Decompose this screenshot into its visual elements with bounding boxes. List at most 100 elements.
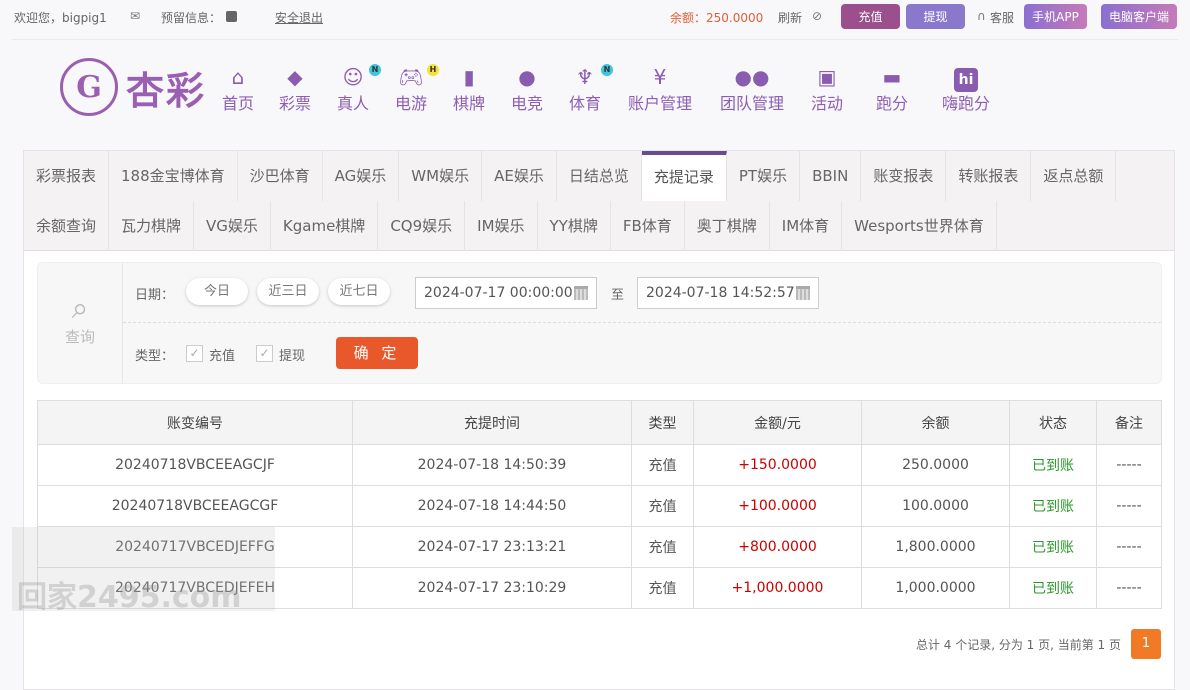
nav-team[interactable]: ●● 团队管理 <box>720 64 784 114</box>
main-nav: ⌂ 首页 ◆ 彩票 ☺ N 真人 🎮︎ H 电游 ▮ 棋牌 ● 电竞 ♆ N 体育 ¥ 账户管理 ●●… <box>0 64 1190 124</box>
record-balance: 250.0000 <box>861 444 1010 486</box>
record-type: 充值 <box>631 444 694 486</box>
service-link[interactable]: 客服 <box>990 9 1014 26</box>
record-status: 已到账 <box>1009 444 1097 486</box>
mobile-app-button[interactable]: 手机APP <box>1024 4 1087 29</box>
record-id: 20240717VBCEDJEFFG <box>37 526 353 568</box>
nav-slots[interactable]: 🎮︎ H 电游 <box>395 64 440 114</box>
query-section: ⌕ 查询 <box>38 263 123 383</box>
tab-item[interactable]: 188金宝博体育 <box>109 151 238 201</box>
calendar-icon[interactable] <box>796 286 810 300</box>
reserved-info-label: 预留信息： <box>161 11 222 25</box>
hi-icon: hi <box>942 64 990 92</box>
deposit-button[interactable]: 充值 <box>841 4 900 29</box>
calendar-icon[interactable] <box>574 286 588 300</box>
deposit-checkbox-label: 充值 <box>209 349 236 364</box>
page-1-button[interactable]: 1 <box>1131 629 1161 659</box>
tab-item[interactable]: AG娱乐 <box>323 151 400 201</box>
tab-item[interactable]: 转账报表 <box>946 151 1032 201</box>
logout-link[interactable]: 安全退出 <box>275 9 323 26</box>
tab-item[interactable]: IM体育 <box>770 201 843 251</box>
tab-item[interactable]: 账变报表 <box>861 151 947 201</box>
welcome-text: 欢迎您，bigpig1 <box>14 11 107 25</box>
start-date-input[interactable]: 2024-07-17 00:00:00 <box>415 277 597 309</box>
end-date-input[interactable]: 2024-07-18 14:52:57 <box>637 277 819 309</box>
tab-item[interactable]: 瓦力棋牌 <box>109 201 195 251</box>
column-header: 备注 <box>1096 400 1162 445</box>
tab-item[interactable]: BBIN <box>800 151 862 201</box>
tab-item[interactable]: 彩票报表 <box>24 151 110 201</box>
column-header: 账变编号 <box>37 400 353 445</box>
deposit-checkbox[interactable]: ✓ <box>186 345 203 362</box>
record-time: 2024-07-18 14:44:50 <box>352 485 632 527</box>
nav-hi-paofen[interactable]: hi 嗨跑分 <box>942 64 990 114</box>
tab-item[interactable]: FB体育 <box>611 201 685 251</box>
team-icon: ●● <box>734 65 770 89</box>
record-amount: +800.0000 <box>693 526 862 568</box>
today-button[interactable]: 今日 <box>186 278 248 305</box>
confirm-button[interactable]: 确 定 <box>336 337 418 369</box>
nav-activity[interactable]: ▣ 活动 <box>811 64 843 114</box>
edit-icon[interactable] <box>226 11 237 22</box>
tab-item[interactable]: IM娱乐 <box>465 201 538 251</box>
record-balance: 100.0000 <box>861 485 1010 527</box>
tab-item[interactable]: AE娱乐 <box>482 151 557 201</box>
tab-item[interactable]: Wesports世界体育 <box>842 201 997 251</box>
tab-item[interactable]: 日结总览 <box>557 151 642 201</box>
new-badge: N <box>601 64 614 76</box>
search-icon: ⌕ <box>71 291 89 326</box>
record-note: ----- <box>1096 526 1162 568</box>
tab-item[interactable]: WM娱乐 <box>399 151 483 201</box>
eye-off-icon[interactable]: ⊘ <box>812 9 822 23</box>
nav-home[interactable]: ⌂ 首页 <box>222 64 254 114</box>
nav-live[interactable]: ☺ N 真人 <box>337 64 382 114</box>
tab-item[interactable]: VG娱乐 <box>194 201 271 251</box>
nav-esports[interactable]: ● 电竞 <box>511 64 543 114</box>
record-id: 20240718VBCEEAGCGF <box>37 485 353 527</box>
nav-account[interactable]: ¥ 账户管理 <box>628 64 692 114</box>
record-type: 充值 <box>631 485 694 527</box>
divider <box>12 39 1178 40</box>
tab-item[interactable]: 充提记录 <box>641 151 727 201</box>
table-row: 20240717VBCEDJEFEH 2024-07-17 23:10:29 充值 +… <box>37 567 1162 609</box>
home-icon: ⌂ <box>231 65 245 89</box>
record-id: 20240717VBCEDJEFEH <box>37 567 353 609</box>
record-time: 2024-07-18 14:50:39 <box>352 444 632 486</box>
trophy-icon: ♆ N <box>569 64 614 90</box>
cards-icon: ▮ <box>463 65 475 89</box>
tab-item[interactable]: YY棋牌 <box>538 201 611 251</box>
balance-text: 余额：250.0000 <box>670 11 764 25</box>
tab-item[interactable]: 返点总额 <box>1031 151 1117 201</box>
table-row: 20240718VBCEEAGCGF 2024-07-18 14:44:50 充值 +… <box>37 485 1162 527</box>
to-label: 至 <box>611 288 625 303</box>
ticket-icon: ◆ <box>287 65 303 89</box>
refresh-link[interactable]: 刷新 <box>778 9 802 26</box>
rhino-icon: ▬ <box>882 65 902 89</box>
headset-icon: ∩ <box>977 9 986 23</box>
column-header: 余额 <box>861 400 1010 445</box>
nav-sports[interactable]: ♆ N 体育 <box>569 64 614 114</box>
withdraw-button[interactable]: 提现 <box>906 4 965 29</box>
dealer-icon: ☺ N <box>337 64 382 90</box>
tab-item[interactable]: CQ9娱乐 <box>378 201 466 251</box>
withdraw-checkbox[interactable]: ✓ <box>256 345 273 362</box>
tab-item[interactable]: 奥丁棋牌 <box>685 201 770 251</box>
new-badge: N <box>369 64 382 76</box>
nav-chess[interactable]: ▮ 棋牌 <box>453 64 485 114</box>
three-days-button[interactable]: 近三日 <box>257 278 319 305</box>
date-label: 日期： <box>135 288 175 303</box>
column-header: 类型 <box>631 400 694 445</box>
mail-icon[interactable]: ✉ <box>130 9 140 23</box>
column-header: 金额/元 <box>693 400 862 445</box>
top-bar: 欢迎您，bigpig1 ✉ 预留信息： 安全退出 余额：250.0000 刷新 … <box>0 0 1190 34</box>
pc-client-button[interactable]: 电脑客户端 <box>1101 4 1177 29</box>
nav-paofen[interactable]: ▬ 跑分 <box>876 64 908 114</box>
tab-item[interactable]: Kgame棋牌 <box>271 201 379 251</box>
date-row: 日期： 今日 近三日 近七日 2024-07-17 00:00:00 至 202… <box>123 263 1161 323</box>
seven-days-button[interactable]: 近七日 <box>328 278 390 305</box>
gamepad-icon: 🎮︎ H <box>395 64 440 90</box>
nav-lottery[interactable]: ◆ 彩票 <box>279 64 311 114</box>
tab-item[interactable]: 余额查询 <box>24 201 110 251</box>
tab-item[interactable]: 沙巴体育 <box>238 151 323 201</box>
tab-item[interactable]: PT娱乐 <box>727 151 801 201</box>
